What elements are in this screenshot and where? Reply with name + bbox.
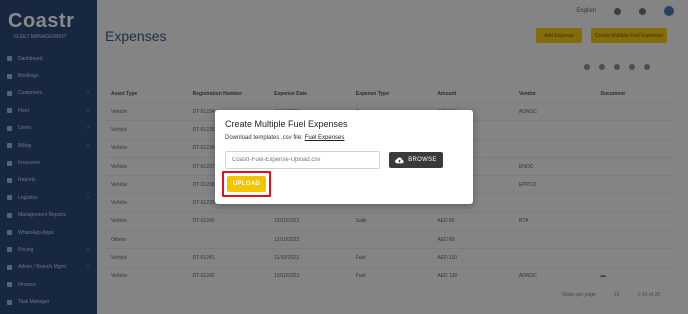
file-name-input[interactable]	[225, 151, 380, 169]
cloud-upload-icon	[395, 157, 404, 163]
browse-button[interactable]: BROWSE	[389, 152, 443, 168]
fuel-expenses-template-link[interactable]: Fuel Expenses	[305, 135, 345, 141]
download-template-text: Download templates .csv file: Fuel Expens…	[225, 135, 344, 141]
download-template-label: Download templates .csv file:	[225, 135, 303, 141]
upload-highlight-box: UPLOAD	[222, 171, 271, 197]
browse-button-label: BROWSE	[408, 157, 437, 163]
create-fuel-expenses-modal: Create Multiple Fuel Expenses Download t…	[215, 110, 473, 204]
upload-button[interactable]: UPLOAD	[227, 176, 266, 192]
modal-title: Create Multiple Fuel Expenses	[225, 119, 348, 129]
